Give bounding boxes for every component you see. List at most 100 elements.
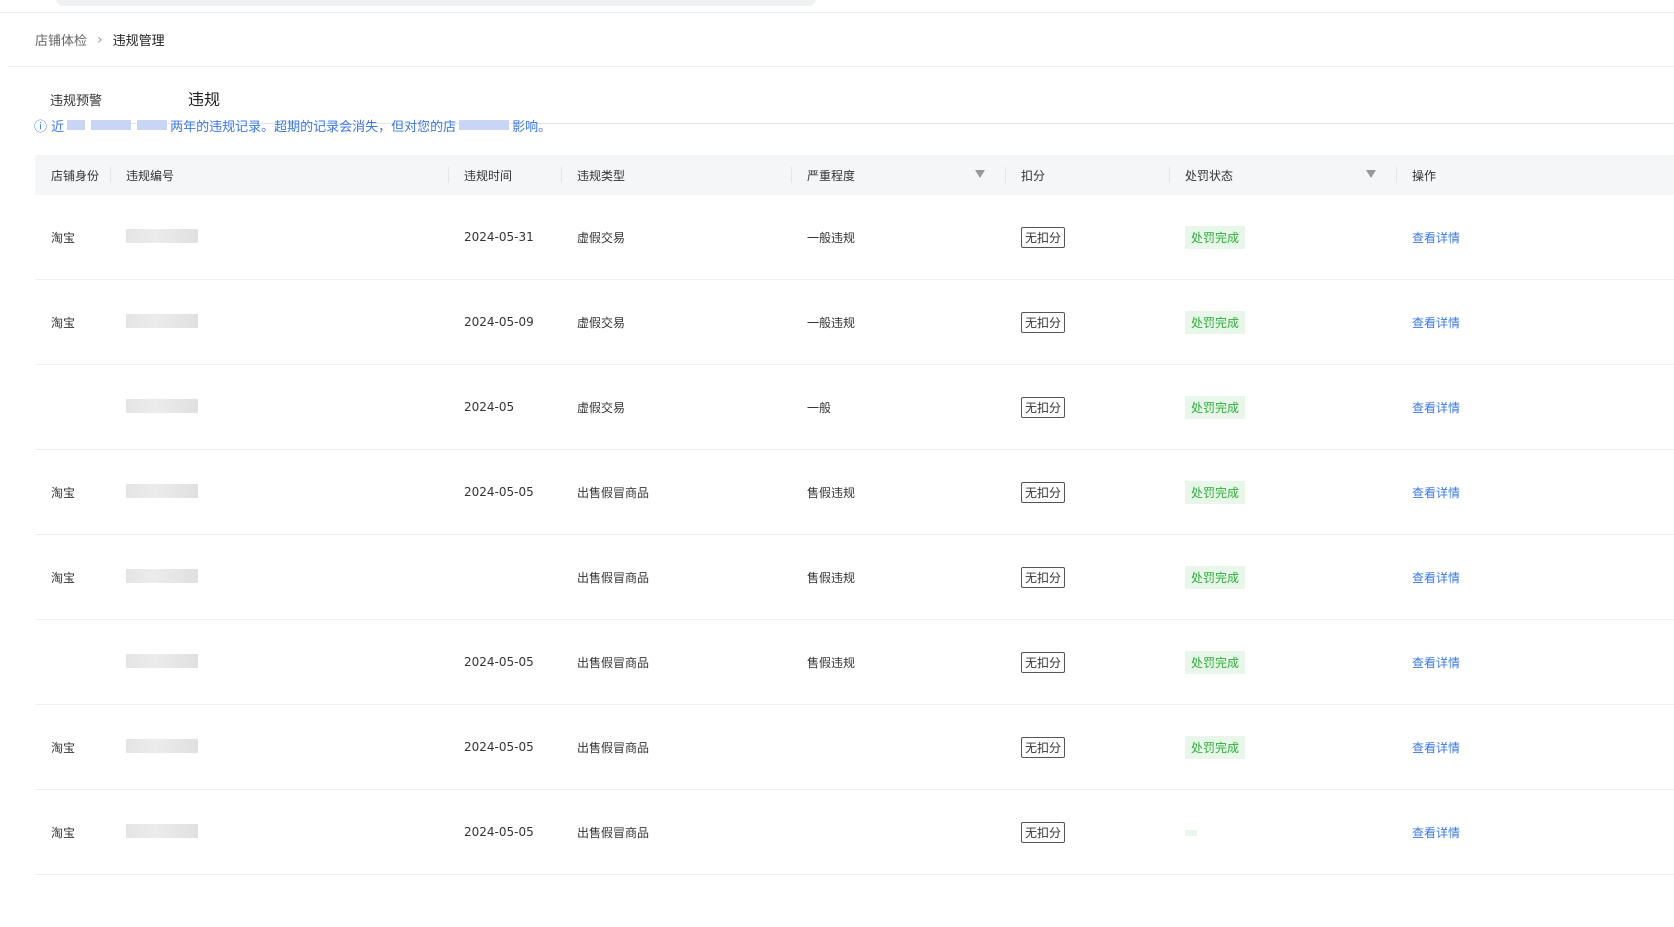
deduct-badge: 无扣分 [1021,311,1066,333]
severity [791,789,1005,875]
notice-prefix: ⓘ 近 [34,119,65,134]
filter-icon[interactable] [1366,170,1376,178]
notice-banner: ⓘ 近 两年的违规记录。超期的记录会消失，但对您的店 影响。 [34,117,552,134]
table-row: 淘宝 2024-05-05 出售假冒商品 售假违规 无扣分 处罚完成 查看详情 [35,449,1674,535]
violation-date: 2024-05 [448,364,561,450]
shop-identity: 淘宝 [35,704,110,790]
severity: 售假违规 [791,619,1005,705]
shop-identity: 淘宝 [35,279,110,365]
redacted-id [126,568,198,583]
view-details-link[interactable]: 查看详情 [1412,826,1460,840]
shop-identity: 淘宝 [35,789,110,875]
deduct-badge: 无扣分 [1021,821,1066,843]
status-badge: 处罚完成 [1185,310,1246,334]
redacted-text [459,120,510,130]
severity [791,704,1005,790]
violation-id [110,449,448,535]
severity: 一般 [791,364,1005,450]
view-details-link[interactable]: 查看详情 [1412,401,1460,415]
table-row: 淘宝 2024-05-09 虚假交易 一般违规 无扣分 处罚完成 查看详情 [35,279,1674,365]
violation-id [110,704,448,790]
divider [0,12,1674,13]
tab-bar: 违规预警 违规 [50,86,220,110]
violation-date: 2024-05-05 [448,449,561,535]
violation-type: 虚假交易 [561,364,791,450]
redacted-id [126,313,198,328]
deduct-badge: 无扣分 [1021,651,1066,673]
redacted-text [137,120,168,130]
deduct-cell: 无扣分 [1005,195,1169,280]
violation-type: 虚假交易 [561,195,791,280]
status-cell: 处罚完成 [1169,534,1396,620]
violation-id [110,789,448,875]
column-header-shop: 店铺身份 [35,155,110,195]
status-badge: 处罚完成 [1185,225,1246,249]
violation-type: 出售假冒商品 [561,789,791,875]
redacted-id [126,738,198,753]
deduct-badge: 无扣分 [1021,481,1066,503]
notice-suffix: 影响。 [512,119,552,134]
violation-type: 出售假冒商品 [561,619,791,705]
notice-middle: 两年的违规记录。超期的记录会消失，但对您的店 [170,119,457,134]
deduct-cell: 无扣分 [1005,619,1169,705]
action-cell: 查看详情 [1396,449,1674,535]
severity: 售假违规 [791,534,1005,620]
view-details-link[interactable]: 查看详情 [1412,656,1460,670]
top-search-bar[interactable] [56,0,816,6]
redacted-id [126,483,198,498]
deduct-cell: 无扣分 [1005,449,1169,535]
shop-identity: 淘宝 [35,195,110,280]
status-badge: 处罚完成 [1185,565,1246,589]
column-header-type: 违规类型 [561,155,791,195]
deduct-badge: 无扣分 [1021,566,1066,588]
filter-icon[interactable] [975,170,985,178]
severity: 售假违规 [791,449,1005,535]
table-row: 2024-05 虚假交易 一般 无扣分 处罚完成 查看详情 [35,364,1674,450]
shop-identity: 淘宝 [35,449,110,535]
redacted-text [91,120,132,130]
tab-violation-warning[interactable]: 违规预警 [50,90,102,109]
status-badge: 处罚完成 [1185,735,1246,759]
view-details-link[interactable]: 查看详情 [1412,741,1460,755]
redacted-id [126,398,198,413]
violation-type: 虚假交易 [561,279,791,365]
view-details-link[interactable]: 查看详情 [1412,571,1460,585]
violation-id [110,619,448,705]
table-row: 淘宝 出售假冒商品 售假违规 无扣分 处罚完成 查看详情 [35,534,1674,620]
violation-date: 2024-05-05 [448,704,561,790]
table-row: 淘宝 2024-05-05 出售假冒商品 无扣分 处罚完成 查看详情 [35,704,1674,790]
action-cell: 查看详情 [1396,364,1674,450]
violation-id [110,534,448,620]
tab-violation[interactable]: 违规 [188,86,220,110]
deduct-badge: 无扣分 [1021,736,1066,758]
table-row: 淘宝 2024-05-05 出售假冒商品 无扣分 查看详情 [35,789,1674,875]
status-badge: 处罚完成 [1185,480,1246,504]
divider [8,66,1674,67]
view-details-link[interactable]: 查看详情 [1412,486,1460,500]
column-header-action: 操作 [1396,155,1674,195]
table-header-row: 店铺身份 违规编号 违规时间 违规类型 严重程度 扣分 处罚状态 操作 [35,155,1674,195]
action-cell: 查看详情 [1396,704,1674,790]
action-cell: 查看详情 [1396,195,1674,280]
status-cell: 处罚完成 [1169,449,1396,535]
status-cell: 处罚完成 [1169,364,1396,450]
deduct-cell: 无扣分 [1005,534,1169,620]
violation-table: 店铺身份 违规编号 违规时间 违规类型 严重程度 扣分 处罚状态 操作 淘宝 20… [35,155,1674,875]
status-badge: 处罚完成 [1185,650,1246,674]
view-details-link[interactable]: 查看详情 [1412,316,1460,330]
status-cell [1169,789,1396,875]
action-cell: 查看详情 [1396,534,1674,620]
deduct-cell: 无扣分 [1005,364,1169,450]
deduct-cell: 无扣分 [1005,704,1169,790]
status-badge: 处罚完成 [1185,395,1246,419]
view-details-link[interactable]: 查看详情 [1412,231,1460,245]
breadcrumb-parent[interactable]: 店铺体检 [35,30,87,49]
violation-date: 2024-05-05 [448,619,561,705]
table-row: 淘宝 2024-05-31 虚假交易 一般违规 无扣分 处罚完成 查看详情 [35,195,1674,280]
chevron-right-icon: › [97,31,103,48]
shop-identity: 淘宝 [35,534,110,620]
column-header-severity: 严重程度 [791,155,1005,195]
deduct-cell: 无扣分 [1005,279,1169,365]
violation-date [448,534,561,620]
deduct-badge: 无扣分 [1021,396,1066,418]
